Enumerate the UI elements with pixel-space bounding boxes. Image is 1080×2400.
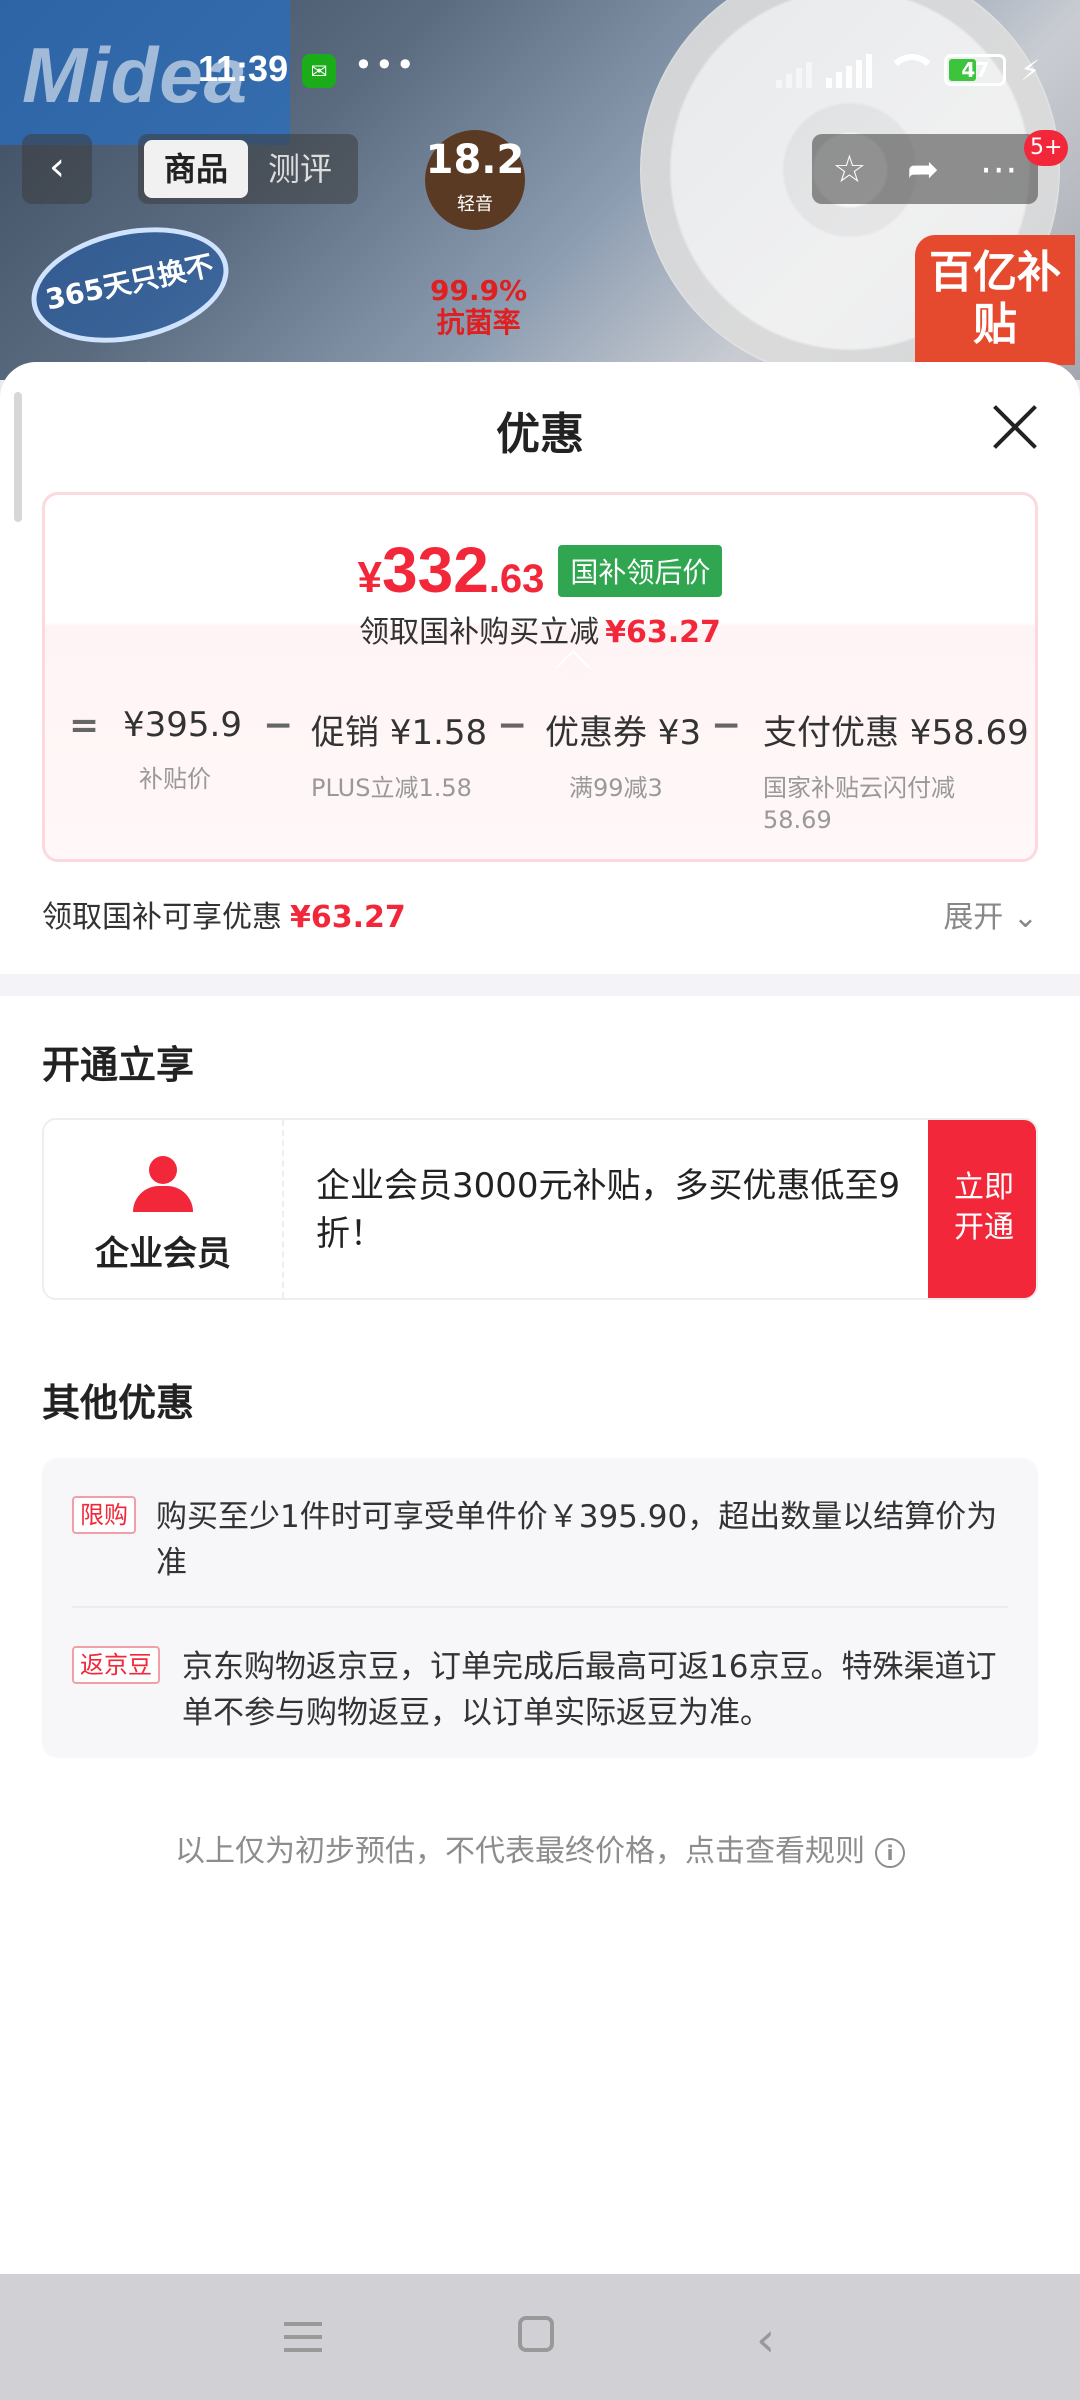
- discount-label: 领取国补可享优惠: [42, 900, 282, 935]
- signal-icon: [826, 52, 873, 88]
- breakdown-value: 优惠券 ¥3: [545, 713, 702, 753]
- disclaimer-text: 以上仅为初步预估，不代表最终价格，点击查看规则: [175, 1834, 865, 1869]
- breakdown-value: 促销 ¥1.58: [311, 713, 488, 753]
- star-icon[interactable]: ☆: [832, 147, 866, 191]
- price-notch: [556, 650, 590, 684]
- breakdown-item-payment: 支付优惠 ¥58.69 国家补贴云闪付减58.69: [763, 705, 1029, 836]
- price-row: ¥332.63 国补领后价: [45, 533, 1035, 607]
- home-icon[interactable]: [518, 2316, 554, 2352]
- price-decimal: .63: [488, 557, 545, 601]
- jingdou-tag: 返京豆: [72, 1646, 160, 1684]
- product-tabs: 商品 测评: [138, 134, 358, 204]
- other-discounts-box: 限购 购买至少1件时可享受单件价￥395.90，超出数量以结算价为准 返京豆 京…: [42, 1458, 1038, 1758]
- breakdown-desc: 补贴价: [139, 765, 211, 793]
- info-icon[interactable]: i: [875, 1837, 905, 1868]
- breakdown-value: 支付优惠 ¥58.69: [763, 713, 1029, 753]
- system-navigation-bar: ‹: [0, 2274, 1080, 2400]
- sheet-title: 优惠: [496, 409, 584, 460]
- tab-product[interactable]: 商品: [144, 140, 248, 198]
- badge-noise: 18.2 轻音: [425, 130, 525, 230]
- status-bar: 11:39 ✉ ••• 47 ⚡: [0, 0, 1080, 140]
- badge-365: 365天只换不修: [20, 210, 240, 380]
- price-subtext-amount: ¥63.27: [605, 615, 721, 650]
- share-icon[interactable]: ➦: [907, 147, 939, 191]
- open-now-button[interactable]: 立即开通: [928, 1120, 1036, 1298]
- badge-antibacterial-value: 99.9%: [430, 274, 528, 307]
- close-icon[interactable]: [990, 402, 1040, 452]
- final-price: ¥332.63: [358, 533, 545, 607]
- wifi-icon: [886, 54, 939, 86]
- status-more-icon: •••: [354, 46, 417, 84]
- tab-review[interactable]: 测评: [248, 140, 352, 198]
- breakdown-item-promo: 促销 ¥1.58 PLUS立减1.58: [311, 705, 487, 804]
- discount-row[interactable]: 领取国补可享优惠 ¥63.27 展开 ⌄: [42, 892, 1038, 942]
- list-divider: [72, 1606, 1008, 1608]
- more-icon[interactable]: ⋯: [980, 147, 1018, 191]
- battery-icon: 47: [944, 54, 1007, 86]
- user-icon: [133, 1156, 193, 1216]
- message-badge: 5+: [1024, 130, 1069, 166]
- status-time: 11:39: [198, 48, 289, 89]
- wechat-icon: ✉: [302, 54, 336, 88]
- charging-icon: ⚡: [1020, 53, 1040, 87]
- minus-sign: −: [497, 705, 528, 746]
- member-desc: 企业会员3000元补贴，多买优惠低至9折！: [316, 1166, 901, 1254]
- expand-button[interactable]: 展开 ⌄: [943, 892, 1038, 936]
- member-left: 企业会员: [44, 1120, 284, 1298]
- purchase-limit-tag: 限购: [72, 1496, 136, 1534]
- breakdown-desc: PLUS立减1.58: [311, 774, 472, 802]
- discount-sheet: 优惠 ¥332.63 国补领后价 领取国补购买立减 ¥63.27 = ¥395.9…: [0, 362, 1080, 2274]
- breakdown-item-subsidy: ¥395.9 补贴价: [123, 705, 242, 795]
- badge-antibacterial-label: 抗菌率: [436, 306, 521, 339]
- enterprise-member-card[interactable]: 企业会员 企业会员3000元补贴，多买优惠低至9折！ 立即开通: [42, 1118, 1038, 1300]
- disclaimer[interactable]: 以上仅为初步预估，不代表最终价格，点击查看规则 i: [0, 1826, 1080, 1870]
- badge-subsidy: 百亿补贴: [915, 235, 1075, 365]
- list-item: 限购 购买至少1件时可享受单件价￥395.90，超出数量以结算价为准: [72, 1494, 1002, 1586]
- price-currency: ¥: [357, 553, 383, 602]
- discount-amount: ¥63.27: [290, 900, 406, 935]
- breakdown-value: ¥395.9: [123, 705, 242, 745]
- breakdown-desc: 满99减3: [569, 774, 663, 802]
- price-tag: 国补领后价: [558, 545, 723, 597]
- open-section-title: 开通立享: [42, 1043, 195, 1087]
- nav-back-icon[interactable]: ‹: [756, 2312, 775, 2368]
- product-actions: ☆ ➦ ⋯: [812, 134, 1038, 204]
- price-integer: 332: [382, 534, 489, 606]
- minus-sign: −: [263, 705, 294, 746]
- price-breakdown: = ¥395.9 补贴价 − 促销 ¥1.58 PLUS立减1.58 − 优惠券…: [45, 705, 1035, 835]
- breakdown-item-coupon: 优惠券 ¥3 满99减3: [545, 705, 701, 804]
- other-section-title: 其他优惠: [42, 1381, 195, 1425]
- minus-sign: −: [711, 705, 742, 746]
- section-divider: [0, 974, 1080, 996]
- battery-level: 47: [961, 58, 990, 82]
- badge-noise-label: 轻音: [457, 194, 493, 215]
- price-card: ¥332.63 国补领后价 领取国补购买立减 ¥63.27 = ¥395.9 补贴…: [42, 492, 1038, 862]
- price-subtext-label: 领取国补购买立减: [359, 615, 600, 650]
- status-right: 47 ⚡: [776, 52, 1040, 88]
- signal-weak-icon: [776, 52, 813, 88]
- equals-sign: =: [69, 705, 100, 746]
- list-item: 返京豆 京东购物返京豆，订单完成后最高可返16京豆。特殊渠道订单不参与购物返豆，…: [72, 1644, 1002, 1736]
- price-subtext: 领取国补购买立减 ¥63.27: [45, 607, 1035, 651]
- breakdown-desc: 国家补贴云闪付减58.69: [763, 774, 955, 834]
- menu-icon[interactable]: [284, 2322, 322, 2352]
- open-now-label: 立即开通: [954, 1170, 1014, 1245]
- badge-antibacterial: 99.9% 抗菌率: [430, 275, 527, 339]
- purchase-limit-text: 购买至少1件时可享受单件价￥395.90，超出数量以结算价为准: [156, 1499, 998, 1581]
- jingdou-text: 京东购物返京豆，订单完成后最高可返16京豆。特殊渠道订单不参与购物返豆，以订单实…: [182, 1649, 997, 1731]
- back-icon[interactable]: ‹: [22, 134, 92, 204]
- member-name: 企业会员: [95, 1234, 231, 1274]
